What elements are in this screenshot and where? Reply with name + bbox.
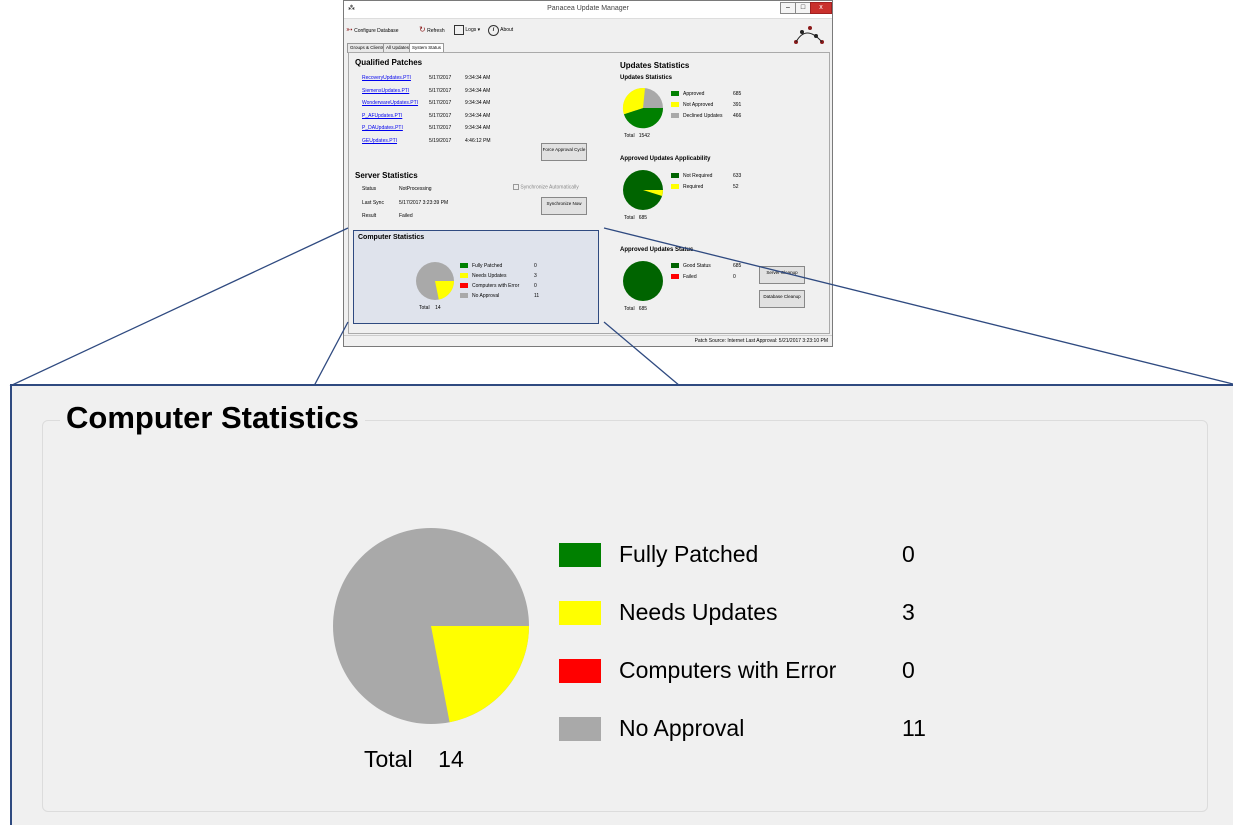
legend-label: No Approval — [619, 715, 745, 741]
computer-statistics-pie — [333, 528, 529, 724]
computer-statistics-title: Computer Statistics — [60, 400, 365, 436]
computer-total-label: Total — [364, 746, 413, 772]
legend-label: Fully Patched — [619, 541, 759, 567]
legend-value: 0 — [902, 541, 915, 567]
legend-swatch — [559, 717, 601, 741]
computer-total: Total 14 — [364, 746, 464, 773]
computer-total-value: 14 — [438, 746, 464, 772]
legend-label: Computers with Error — [619, 657, 837, 683]
legend-swatch — [559, 659, 601, 683]
legend-swatch — [559, 601, 601, 625]
legend-value: 3 — [902, 599, 915, 625]
legend-value: 0 — [902, 657, 915, 683]
computer-statistics-zoom: Computer Statistics Total 14 Fully Patch… — [10, 384, 1233, 825]
legend-value: 11 — [902, 715, 926, 741]
legend-label: Needs Updates — [619, 599, 778, 625]
legend-swatch — [559, 543, 601, 567]
